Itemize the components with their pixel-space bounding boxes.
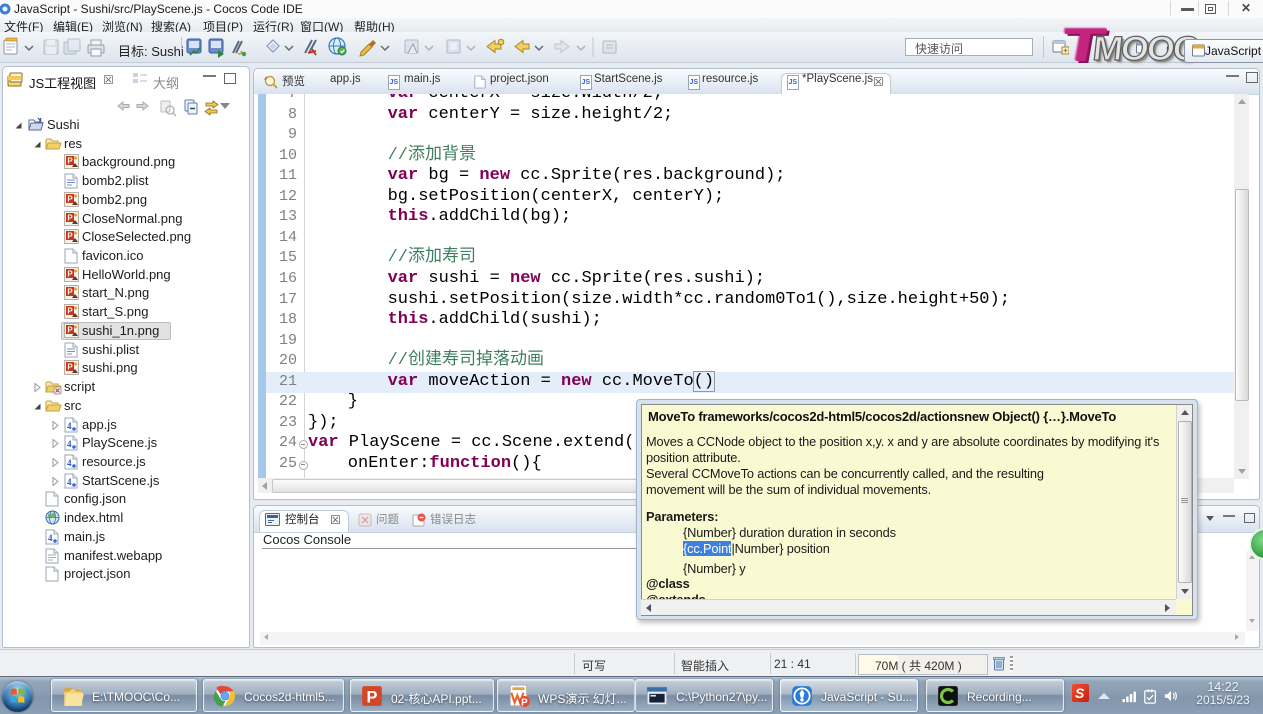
svg-text:P: P (521, 697, 528, 708)
svg-text:4: 4 (67, 421, 72, 431)
svg-text:P: P (67, 157, 73, 166)
svg-text:P: P (67, 363, 73, 372)
svg-text:P: P (67, 195, 73, 204)
svg-text:P: P (67, 307, 73, 316)
svg-text:4: 4 (48, 533, 53, 543)
svg-text:4: 4 (67, 458, 72, 468)
svg-text:P: P (67, 288, 73, 297)
svg-text:P: P (67, 270, 73, 279)
svg-text:P: P (67, 214, 73, 223)
svg-text:4: 4 (67, 477, 72, 487)
svg-text:P: P (67, 326, 73, 335)
svg-text:P: P (67, 232, 73, 241)
svg-text:P: P (367, 689, 378, 707)
svg-text:4: 4 (67, 439, 72, 449)
